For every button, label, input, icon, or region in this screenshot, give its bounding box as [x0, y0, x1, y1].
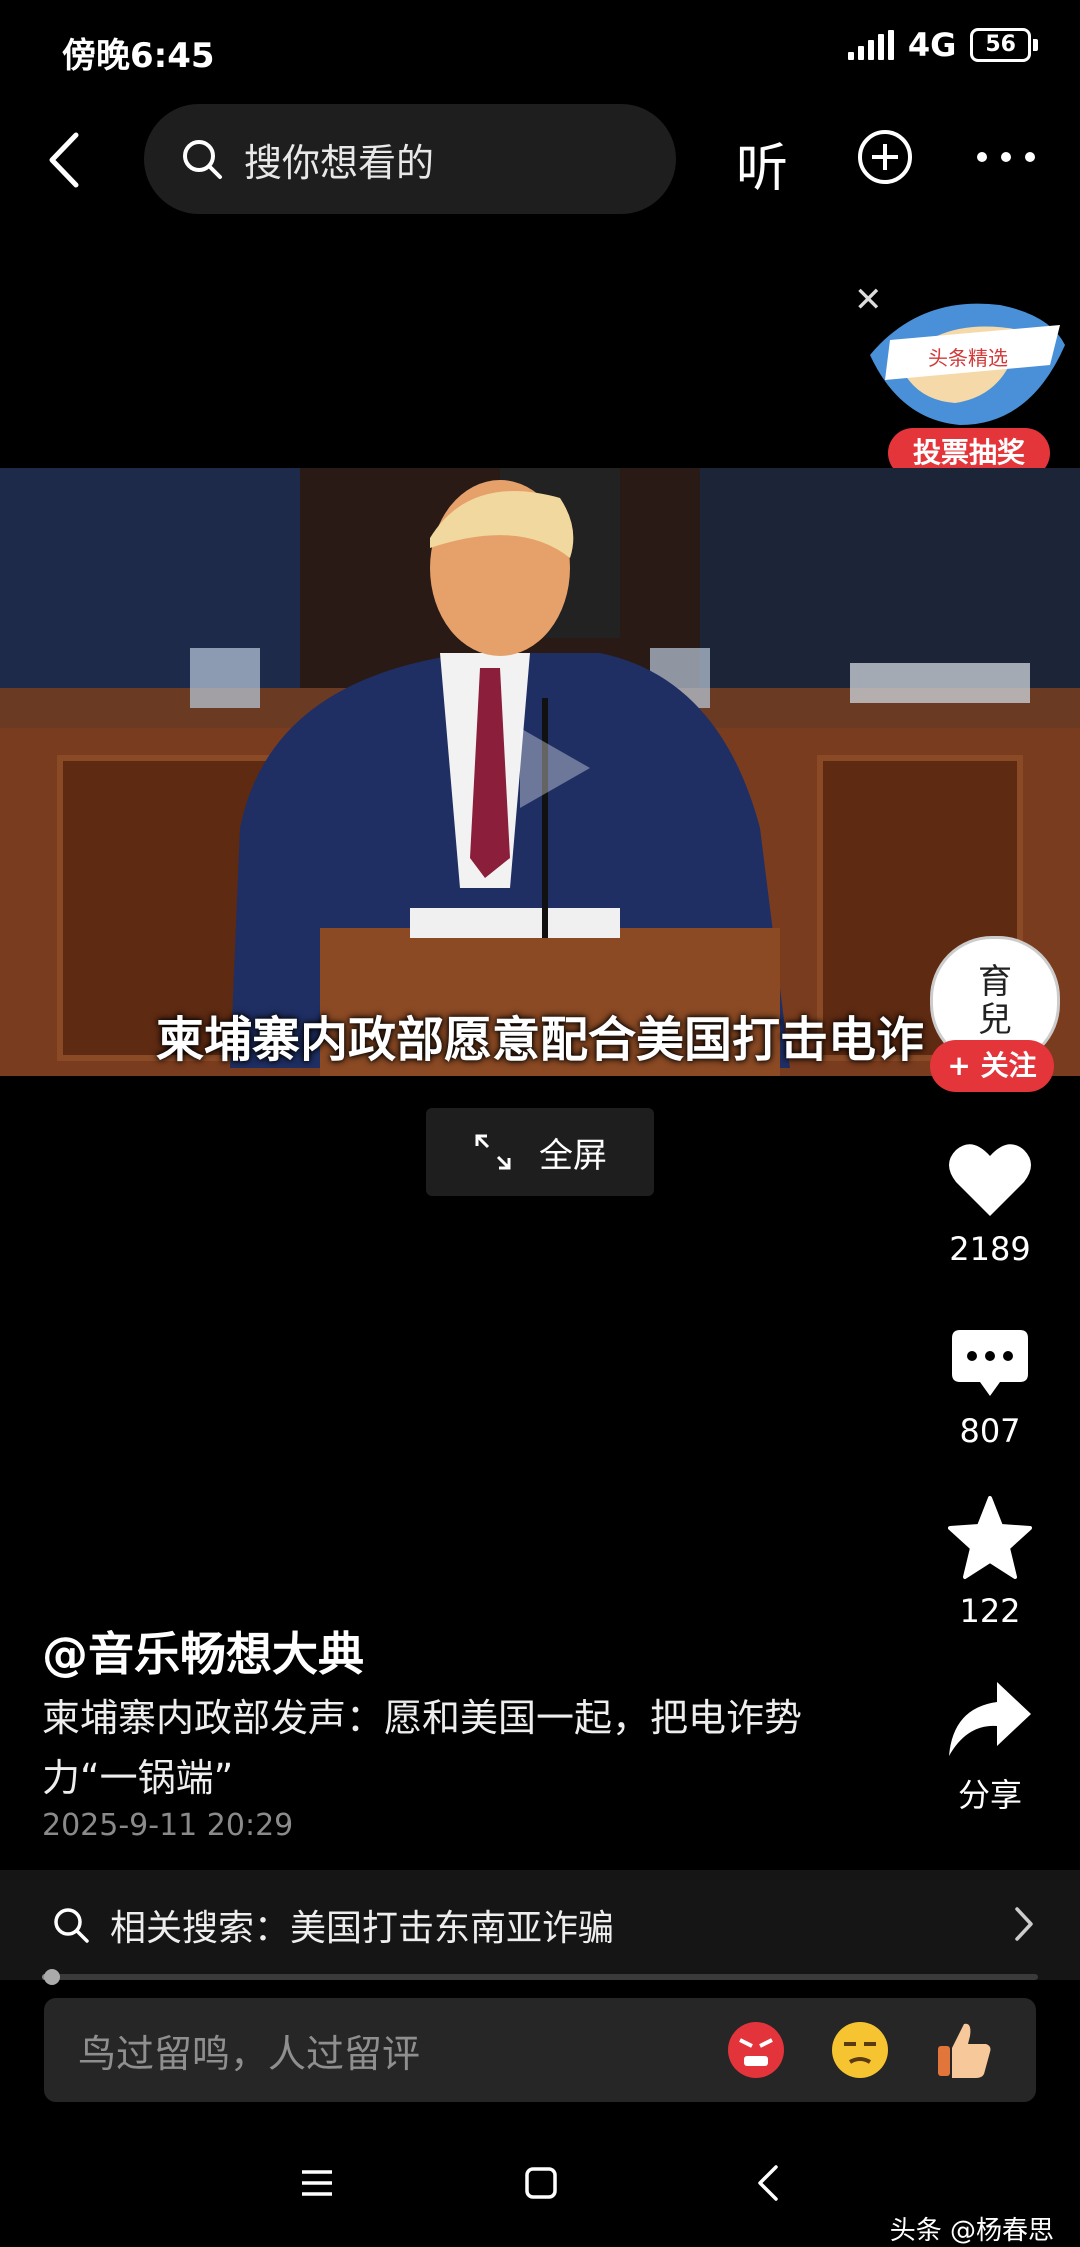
- video-subtitle: 柬埔寨内政部愿意配合美国打击电诈: [155, 1012, 924, 1068]
- back-nav-icon[interactable]: [756, 2164, 780, 2202]
- favorite-count: 122: [959, 1592, 1021, 1630]
- promo-badge-text: 头条精选: [928, 346, 1008, 370]
- promo-graphic: 头条精选: [870, 303, 1065, 425]
- like-button[interactable]: 2189: [940, 1140, 1040, 1268]
- status-indicators: 4G 56: [847, 26, 1038, 64]
- network-type: 4G: [907, 26, 957, 64]
- search-icon: [54, 1908, 89, 1943]
- status-time: 傍晚6:45: [62, 36, 215, 76]
- add-button[interactable]: [856, 128, 914, 186]
- comment-icon: [952, 1330, 1028, 1396]
- battery-level: 56: [970, 28, 1031, 62]
- thumbs-up-emoji-icon[interactable]: [932, 2018, 996, 2082]
- heart-icon: [949, 1144, 1031, 1216]
- battery-icon: 56: [970, 28, 1038, 62]
- related-search-bar[interactable]: 相关搜索：美国打击东南亚诈骗: [0, 1870, 1080, 1980]
- comment-button[interactable]: 807: [940, 1328, 1040, 1450]
- promo-close-button[interactable]: ✕: [854, 280, 883, 320]
- like-count: 2189: [949, 1230, 1031, 1268]
- menu-icon[interactable]: [300, 2168, 334, 2198]
- star-icon: [948, 1496, 1032, 1579]
- video-frame: [0, 468, 1080, 1076]
- search-icon: [183, 140, 222, 179]
- progress-thumb[interactable]: [44, 1969, 60, 1985]
- share-button[interactable]: 分享: [940, 1680, 1040, 1816]
- more-dots-icon: [977, 152, 1035, 162]
- chevron-right-icon: [1015, 1907, 1033, 1941]
- angry-emoji-icon[interactable]: [724, 2018, 788, 2082]
- fullscreen-label: 全屏: [539, 1135, 607, 1176]
- share-label: 分享: [957, 1776, 1022, 1814]
- back-button[interactable]: [40, 125, 90, 195]
- follow-button[interactable]: + 关注: [930, 1040, 1054, 1092]
- fullscreen-button[interactable]: 全屏: [426, 1108, 654, 1196]
- progress-track[interactable]: [42, 1974, 1038, 1980]
- comment-input[interactable]: 鸟过留鸣，人过留评: [44, 1998, 1036, 2102]
- listen-button[interactable]: 听: [736, 126, 788, 201]
- plus-circle-icon: [858, 130, 912, 184]
- avatar-text: 育兒: [978, 962, 1012, 1040]
- search-box[interactable]: 搜你想看的: [144, 104, 676, 214]
- home-icon[interactable]: [524, 2166, 558, 2200]
- comment-count: 807: [959, 1412, 1021, 1450]
- video-player[interactable]: [0, 468, 1080, 1076]
- share-arrow-icon: [949, 1682, 1031, 1756]
- signal-icon: [847, 30, 894, 60]
- more-button[interactable]: [974, 145, 1038, 169]
- annoyed-emoji-icon[interactable]: [828, 2018, 892, 2082]
- post-timestamp: 2025-9-11 20:29: [42, 1808, 294, 1843]
- search-placeholder: 搜你想看的: [244, 140, 435, 185]
- comment-placeholder: 鸟过留鸣，人过留评: [78, 2031, 421, 2076]
- watermark: 头条 @杨春思: [889, 2216, 1054, 2246]
- post-description: 柬埔寨内政部发声：愿和美国一起，把电诈势力“一锅端”: [42, 1696, 803, 1800]
- favorite-button[interactable]: 122: [940, 1496, 1040, 1630]
- author-name[interactable]: @音乐畅想大典: [42, 1618, 364, 1684]
- related-search-text: 相关搜索：美国打击东南亚诈骗: [110, 1908, 615, 1949]
- chevron-left-icon: [49, 132, 79, 188]
- expand-icon: [475, 1134, 511, 1170]
- promo-badge[interactable]: 头条精选: [860, 285, 1070, 435]
